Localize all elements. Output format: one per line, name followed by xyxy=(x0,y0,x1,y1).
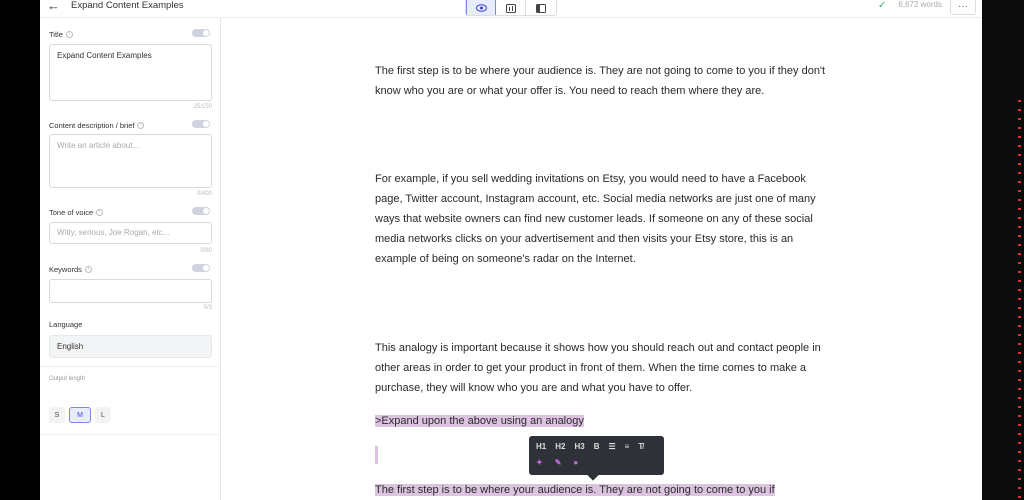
output-length-group: S M L xyxy=(49,407,111,423)
more-options-button[interactable]: ··· xyxy=(950,0,976,15)
sparkle-icon[interactable]: ✦ xyxy=(536,458,543,467)
top-bar: ← Expand Content Examples ✓ 6,672 words … xyxy=(40,0,982,18)
heading-1-button[interactable]: H1 xyxy=(536,442,546,451)
tone-input[interactable]: Witty, serious, Joe Rogan, etc... xyxy=(49,222,212,244)
paragraph: This analogy is important because it sho… xyxy=(375,342,821,394)
divider xyxy=(40,434,221,435)
ellipsis-icon: ··· xyxy=(958,0,968,12)
ordered-list-icon[interactable]: ☰ xyxy=(608,442,615,451)
bullet-list-icon[interactable]: ≡ xyxy=(625,442,630,451)
insertion-marker xyxy=(375,446,378,464)
pen-icon[interactable]: ✎ xyxy=(555,458,562,467)
divider xyxy=(40,366,221,367)
paragraph: For example, if you sell wedding invitat… xyxy=(375,173,816,265)
tone-counter: 0/80 xyxy=(200,248,212,254)
info-icon[interactable]: i xyxy=(137,122,145,129)
edge-dots xyxy=(1018,100,1021,500)
tone-toggle[interactable] xyxy=(192,207,210,215)
title-counter: 25/150 xyxy=(193,104,212,110)
word-count: 6,672 words xyxy=(898,0,942,9)
title-toggle[interactable] xyxy=(192,29,210,37)
tone-label: Tone of voice i xyxy=(49,208,104,217)
info-icon[interactable]: i xyxy=(65,31,73,38)
size-s-button[interactable]: S xyxy=(49,407,65,423)
keywords-counter: 0/3 xyxy=(203,305,212,311)
info-icon[interactable]: i xyxy=(84,266,92,273)
format-toolbar: H1 H2 H3 B ☰ ≡ T̸ ✦ ✎ ● xyxy=(529,436,664,481)
clear-format-icon[interactable]: T̸ xyxy=(638,442,643,451)
keywords-label: Keywords i xyxy=(49,265,92,274)
brief-label: Content description / brief i xyxy=(49,121,145,130)
toolbar-pointer xyxy=(587,469,599,481)
language-select[interactable]: English xyxy=(49,335,212,358)
window-edge xyxy=(982,0,1024,500)
view-mode-group xyxy=(465,0,557,16)
output-length-label: Output length xyxy=(49,376,86,382)
title-label: Title i xyxy=(49,30,73,39)
document-title: Expand Content Examples xyxy=(71,0,184,11)
keywords-input[interactable] xyxy=(49,279,212,303)
heading-2-button[interactable]: H2 xyxy=(555,442,565,451)
settings-sidebar: Title i Expand Content Examples 25/150 C… xyxy=(40,18,221,500)
size-m-button[interactable]: M xyxy=(69,407,91,423)
keywords-toggle[interactable] xyxy=(192,264,210,272)
info-icon[interactable]: i xyxy=(96,209,104,216)
heading-3-button[interactable]: H3 xyxy=(574,442,584,451)
size-l-button[interactable]: L xyxy=(95,407,111,423)
command-line: >Expand upon the above using an analogy xyxy=(375,411,830,431)
highlighted-command[interactable]: >Expand upon the above using an analogy xyxy=(375,415,584,427)
brief-counter: 0/400 xyxy=(196,191,212,197)
paragraph: The first step is to be where your audie… xyxy=(375,65,826,97)
word-count-area: ✓ 6,672 words xyxy=(878,0,942,11)
eye-icon[interactable] xyxy=(466,0,496,15)
brief-toggle[interactable] xyxy=(192,120,210,128)
columns-icon[interactable] xyxy=(496,0,526,15)
format-row-2: ✦ ✎ ● xyxy=(536,458,578,467)
bold-button[interactable]: B xyxy=(594,442,600,451)
brief-input[interactable]: Write an article about... xyxy=(49,134,212,188)
check-icon: ✓ xyxy=(878,0,887,11)
paragraph-highlighted: The first step is to be where your audie… xyxy=(375,480,830,500)
format-row-1: H1 H2 H3 B ☰ ≡ T̸ xyxy=(536,442,643,451)
editor-window: ← Expand Content Examples ✓ 6,672 words … xyxy=(40,0,982,500)
arrow-left-icon[interactable]: ← xyxy=(47,0,60,13)
sidebar-icon[interactable] xyxy=(526,0,556,15)
highlighted-text[interactable]: The first step is to be where your audie… xyxy=(375,484,775,496)
emoji-icon[interactable]: ● xyxy=(573,458,578,467)
language-label: Language xyxy=(49,320,83,329)
title-input[interactable]: Expand Content Examples xyxy=(49,44,212,101)
